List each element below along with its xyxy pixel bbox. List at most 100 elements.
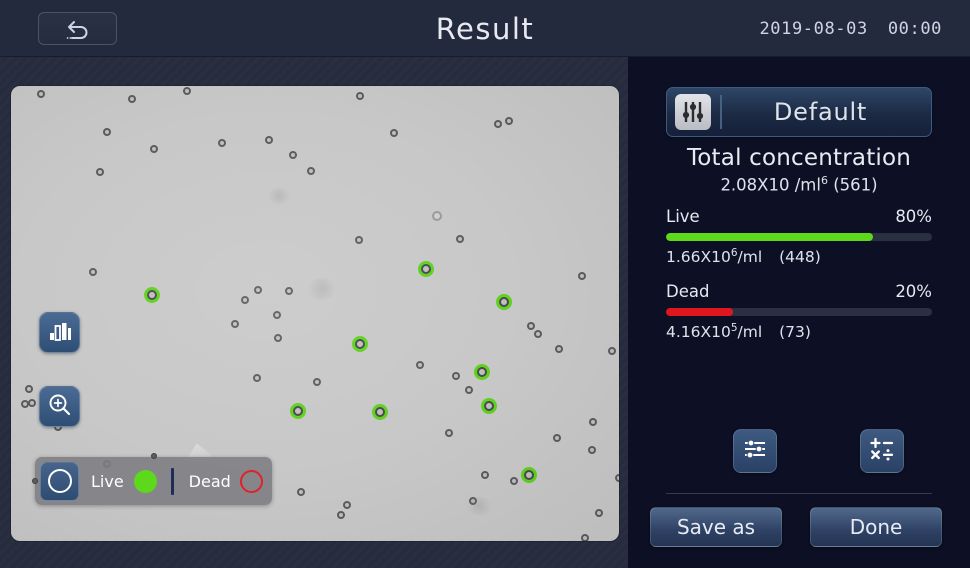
header-bar: Result 2019-08-03 00:00 bbox=[0, 0, 970, 57]
cell-marker bbox=[416, 361, 424, 369]
metric-dead-count: (73) bbox=[779, 323, 811, 342]
cell-marker bbox=[231, 320, 239, 328]
cell-marker bbox=[553, 434, 561, 442]
header-date: 2019-08-03 bbox=[759, 18, 868, 39]
metric-dead-percent: 20% bbox=[895, 282, 932, 301]
cell-marker bbox=[253, 374, 261, 382]
total-concentration-value: 2.08X10 /ml6 (561) bbox=[628, 174, 970, 195]
legend-dead-label: Dead bbox=[188, 471, 231, 491]
cell-marker bbox=[289, 151, 297, 159]
header-datetime: 2019-08-03 00:00 bbox=[759, 0, 942, 57]
legend-handle-top[interactable] bbox=[151, 453, 157, 459]
metric-live: Live 80% 1.66X106/ml (448) bbox=[666, 207, 932, 266]
legend-live-label: Live bbox=[91, 471, 124, 491]
cell-marker-live bbox=[421, 264, 431, 274]
cell-marker bbox=[103, 128, 111, 136]
metric-live-mantissa: 1.66X10 bbox=[666, 248, 731, 267]
zoom-in-icon bbox=[47, 392, 73, 422]
metric-dead-value: 4.16X105/ml (73) bbox=[666, 322, 932, 341]
metric-live-header: Live 80% bbox=[666, 207, 932, 226]
cell-marker bbox=[505, 117, 513, 125]
metric-dead-exponent: 5 bbox=[730, 322, 738, 334]
cell-marker bbox=[534, 330, 542, 338]
metric-dead-bar-fill bbox=[666, 308, 733, 316]
cell-marker bbox=[337, 511, 345, 519]
cell-marker bbox=[241, 296, 249, 304]
cell-marker-live bbox=[375, 407, 385, 417]
metric-live-bar bbox=[666, 233, 932, 241]
cell-marker bbox=[581, 534, 589, 541]
cell-marker-live bbox=[293, 406, 303, 416]
cell-marker bbox=[37, 90, 45, 98]
cell-marker bbox=[390, 129, 398, 137]
app-root: Result 2019-08-03 00:00 Live Dead Defaul… bbox=[0, 0, 970, 568]
cell-marker bbox=[313, 378, 321, 386]
cell-marker bbox=[615, 474, 619, 482]
metric-live-bar-fill bbox=[666, 233, 874, 241]
cell-marker bbox=[265, 136, 273, 144]
save-as-button[interactable]: Save as bbox=[650, 507, 782, 547]
total-mantissa: 2.08X10 /ml bbox=[720, 175, 821, 195]
cell-marker bbox=[456, 235, 464, 243]
preset-selector-button[interactable]: Default bbox=[666, 87, 932, 137]
preset-name: Default bbox=[773, 98, 868, 126]
legend-live-swatch bbox=[133, 469, 157, 493]
cell-marker bbox=[452, 372, 460, 380]
metric-dead-mantissa: 4.16X10 bbox=[666, 323, 731, 342]
legend-handle-left[interactable] bbox=[32, 478, 38, 484]
cell-marker bbox=[527, 322, 535, 330]
cell-marker bbox=[89, 268, 97, 276]
total-concentration-title: Total concentration bbox=[686, 145, 912, 171]
cell-marker bbox=[595, 509, 603, 517]
total-exponent: 6 bbox=[820, 174, 828, 187]
cell-marker bbox=[432, 211, 442, 221]
metric-live-value: 1.66X106/ml (448) bbox=[666, 247, 932, 266]
cell-marker bbox=[307, 167, 315, 175]
cell-marker bbox=[183, 87, 191, 95]
cell-marker bbox=[589, 418, 597, 426]
results-panel: Default Total concentration 2.08X10 /ml6… bbox=[628, 57, 970, 568]
results-icon-row bbox=[666, 429, 932, 473]
circle-select-button[interactable] bbox=[40, 461, 79, 501]
cell-marker bbox=[494, 120, 502, 128]
legend-dead-swatch bbox=[239, 469, 263, 493]
calculator-icon bbox=[868, 436, 896, 466]
cell-marker-live bbox=[499, 297, 509, 307]
cell-marker bbox=[578, 272, 586, 280]
total-count: (561) bbox=[833, 175, 878, 195]
cell-marker bbox=[273, 311, 281, 319]
equalizer-icon bbox=[675, 94, 711, 130]
image-smudge bbox=[305, 278, 339, 300]
cell-marker bbox=[465, 386, 473, 394]
calculator-button[interactable] bbox=[860, 429, 904, 473]
action-button-row: Save as Done bbox=[650, 507, 950, 547]
cell-marker-live bbox=[477, 367, 487, 377]
metric-dead-unit: /ml bbox=[737, 323, 763, 342]
metric-live-exponent: 6 bbox=[730, 247, 738, 259]
cell-marker bbox=[343, 501, 351, 509]
cell-marker bbox=[274, 334, 282, 342]
metric-live-unit: /ml bbox=[737, 248, 763, 267]
live-dead-legend[interactable]: Live Dead bbox=[32, 453, 272, 505]
cell-marker bbox=[128, 95, 136, 103]
circle-select-icon bbox=[47, 469, 72, 493]
cell-marker bbox=[254, 286, 262, 294]
histogram-button[interactable] bbox=[39, 312, 80, 353]
zoom-in-button[interactable] bbox=[39, 386, 80, 427]
cell-marker bbox=[608, 347, 616, 355]
image-panel: Live Dead bbox=[0, 57, 628, 568]
cell-marker bbox=[150, 145, 158, 153]
metric-live-count: (448) bbox=[779, 248, 821, 267]
done-button[interactable]: Done bbox=[810, 507, 942, 547]
cell-marker bbox=[25, 385, 33, 393]
legend-divider bbox=[170, 467, 174, 495]
metric-live-name: Live bbox=[666, 207, 700, 226]
cell-marker bbox=[588, 446, 596, 454]
metric-dead-header: Dead 20% bbox=[666, 282, 932, 301]
cell-marker bbox=[445, 429, 453, 437]
cell-marker bbox=[510, 477, 518, 485]
metric-dead-bar bbox=[666, 308, 932, 316]
metric-live-percent: 80% bbox=[895, 207, 932, 226]
settings-button[interactable] bbox=[733, 429, 777, 473]
cell-marker bbox=[285, 287, 293, 295]
